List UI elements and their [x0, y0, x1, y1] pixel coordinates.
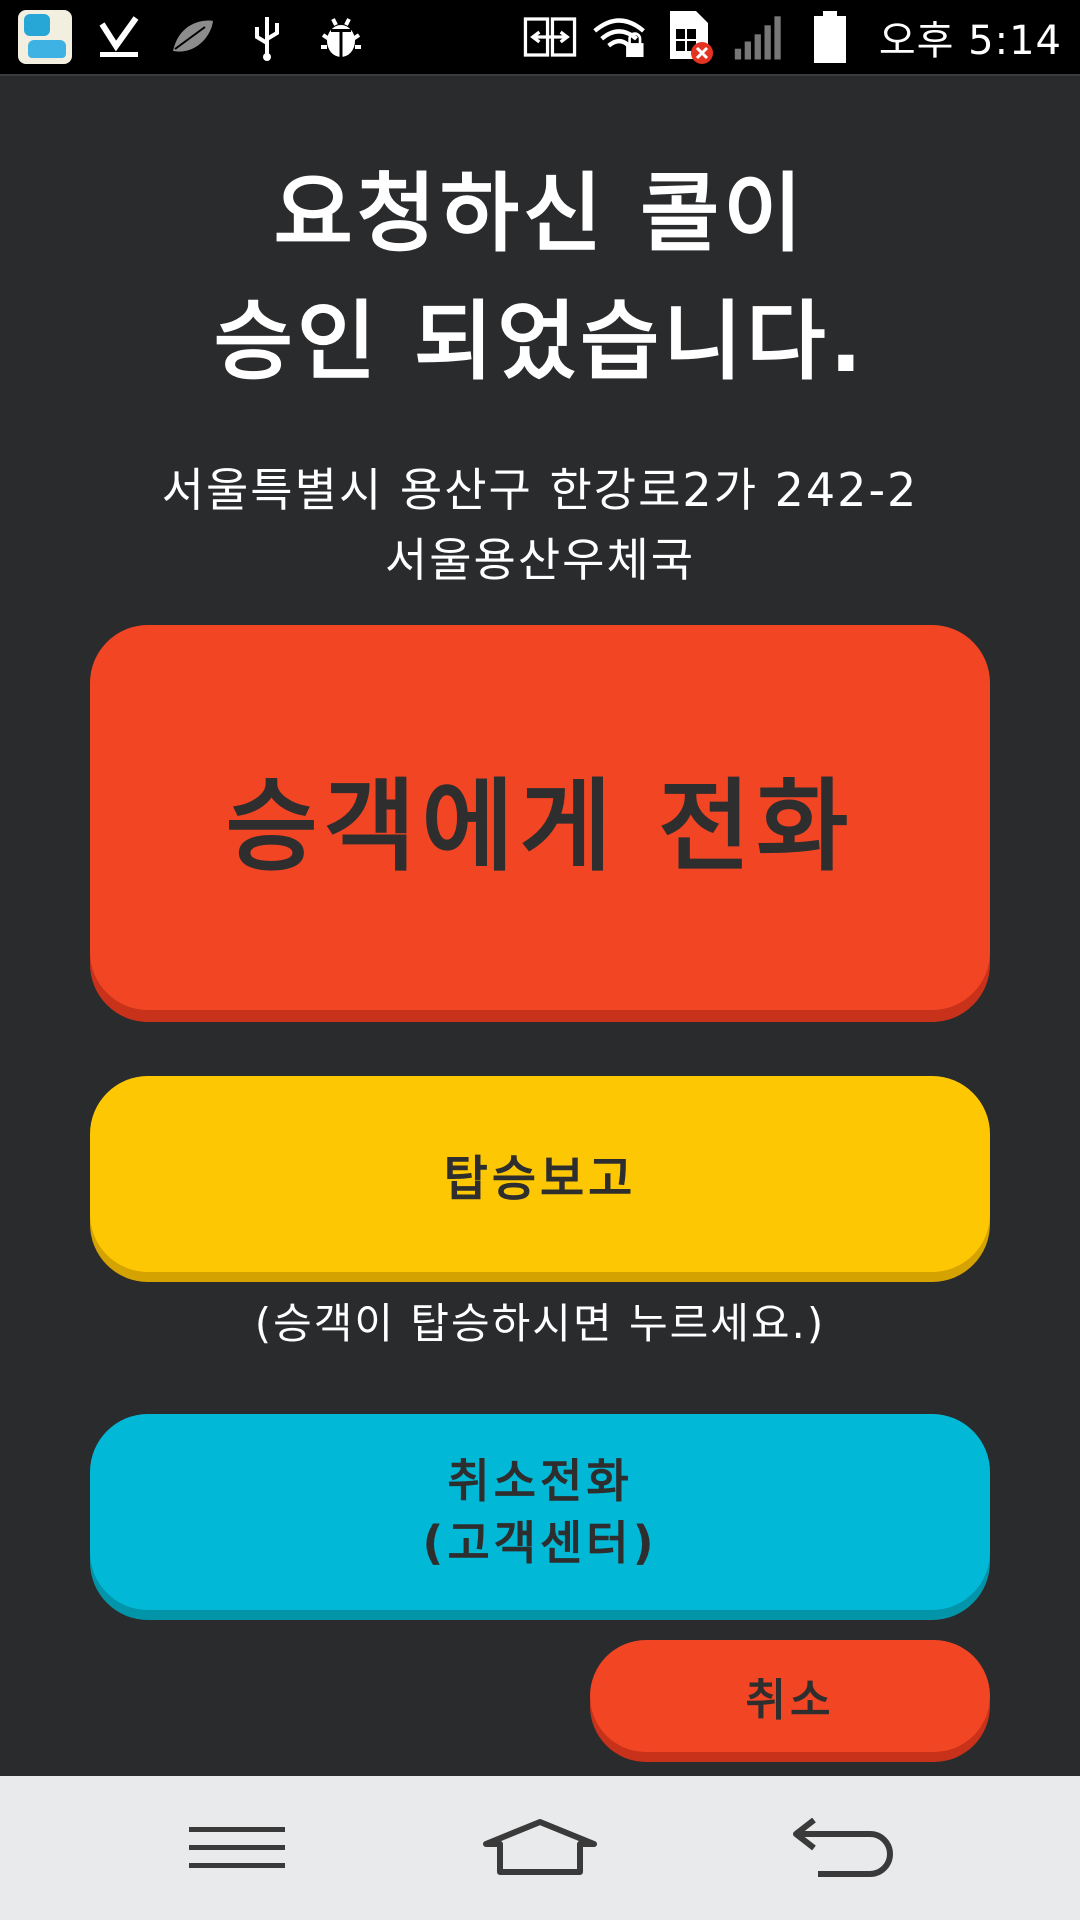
cancel-label: 취소 — [745, 1675, 835, 1726]
home-icon — [483, 1819, 597, 1875]
back-button[interactable] — [763, 1798, 923, 1898]
call-passenger-button[interactable]: 승객에게 전화 — [90, 625, 990, 1010]
back-icon — [793, 1818, 893, 1877]
title-line-2: 승인 되었습니다. — [213, 292, 867, 392]
download-done-icon — [92, 10, 146, 64]
title-line-1: 요청하신 콜이 — [273, 164, 807, 264]
cancel-button[interactable]: 취소 — [590, 1640, 990, 1752]
navigation-bar — [0, 1776, 1080, 1920]
app-badge-icon — [18, 10, 72, 64]
wifi-lock-icon — [593, 10, 647, 64]
bug-icon — [314, 10, 368, 64]
home-button[interactable] — [460, 1798, 620, 1898]
cancel-call-button[interactable]: 취소전화 (고객센터) — [90, 1414, 990, 1610]
menu-button[interactable] — [157, 1798, 317, 1898]
screen-mirror-icon — [523, 10, 577, 64]
cancel-call-label-line-2: (고객센터) — [422, 1516, 658, 1570]
status-bar-left — [18, 0, 368, 74]
usb-icon — [240, 10, 294, 64]
call-passenger-label: 승객에게 전화 — [225, 768, 855, 885]
status-bar: 오후 5:14 — [0, 0, 1080, 76]
pickup-address: 서울특별시 용산구 한강로2가 242-2 서울용산우체국 — [0, 455, 1080, 595]
signal-icon — [733, 10, 787, 64]
boarding-note: (승객이 탑승하시면 누르세요.) — [254, 1299, 826, 1348]
sim-error-icon — [663, 10, 717, 64]
menu-icon — [189, 1827, 285, 1868]
cancel-call-label-line-1: 취소전화 — [447, 1454, 633, 1508]
address-line-1: 서울특별시 용산구 한강로2가 242-2 — [161, 463, 919, 517]
address-line-2: 서울용산우체국 — [384, 533, 696, 587]
boarding-report-label: 탑승보고 — [443, 1151, 637, 1207]
clock: 오후 5:14 — [878, 18, 1062, 64]
battery-icon — [803, 10, 857, 64]
leaf-icon — [166, 10, 220, 64]
page-title: 요청하신 콜이 승인 되었습니다. — [0, 150, 1080, 406]
status-bar-right: 오후 5:14 — [523, 0, 1062, 74]
boarding-report-button[interactable]: 탑승보고 — [90, 1076, 990, 1272]
